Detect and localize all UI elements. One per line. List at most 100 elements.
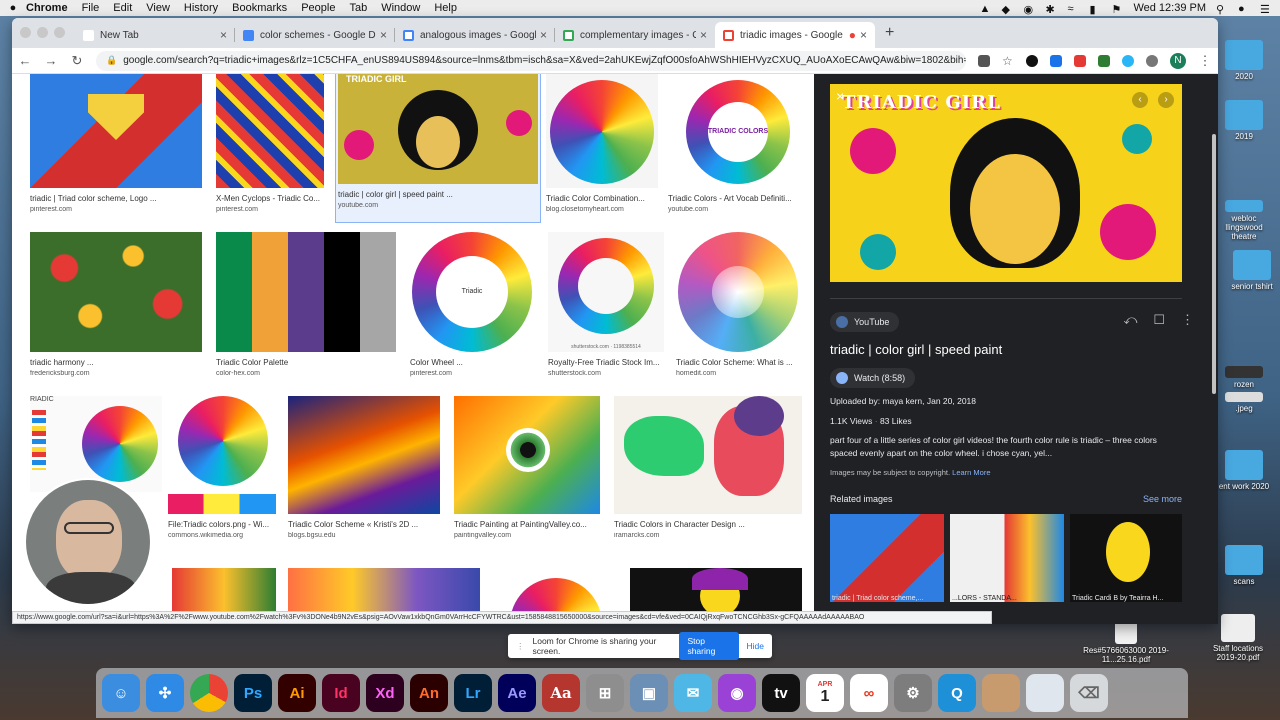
image-result[interactable]: Triadic Color Wheel ... pinterest.com [410,232,534,377]
image-result[interactable]: Triadic Color Scheme « Kristi's 2D ... b… [288,396,440,539]
extension-icon[interactable] [1026,54,1038,67]
menu-edit[interactable]: Edit [113,2,132,14]
animate-icon[interactable]: An [410,674,448,712]
preview-title[interactable]: triadic | color girl | speed paint [830,342,1002,357]
image-result[interactable]: triadic | Triad color scheme, Logo ... p… [30,74,202,213]
desktop-icon[interactable]: 2019 [1214,100,1274,141]
save-bookmark-icon[interactable]: ☐ [1153,312,1165,328]
result-thumbnail[interactable] [168,396,276,514]
desktop-icon[interactable]: webloc llingswood theatre [1214,200,1274,241]
result-thumbnail[interactable] [546,74,658,188]
calendar-icon[interactable]: APR 1 [806,674,844,712]
scrollbar[interactable] [1212,134,1216,394]
tab-google-docs[interactable]: color schemes - Google Docs × [235,22,395,48]
result-thumbnail[interactable] [454,396,600,514]
desktop-icon[interactable]: Res#5766063000 2019-11...25.16.pdf [1082,620,1170,664]
back-icon[interactable]: ← [18,53,32,68]
menu-view[interactable]: View [146,2,170,14]
menu-app-name[interactable]: Chrome [26,2,68,14]
documents-icon[interactable] [1026,674,1064,712]
watch-button[interactable]: Watch (8:58) [830,368,916,388]
apple-menu-icon[interactable]: ● [0,2,26,14]
image-result-selected[interactable]: TRIADIC GIRL triadic | color girl | spee… [335,74,541,223]
photoshop-icon[interactable]: Ps [234,674,272,712]
siri-icon[interactable]: ● [1238,3,1250,15]
related-image[interactable]: ...LORS - STANDA... [950,514,1064,602]
close-icon[interactable]: × [380,28,387,42]
lightroom-icon[interactable]: Lr [454,674,492,712]
flag-icon[interactable]: ⚑ [1111,3,1123,16]
image-result[interactable]: Triadic Colors in Character Design ... i… [614,396,802,539]
result-thumbnail[interactable] [30,74,202,188]
desktop-icon[interactable]: senior tshirt [1222,250,1280,291]
close-icon[interactable]: × [836,88,852,104]
extension-icon[interactable] [1050,54,1062,67]
result-thumbnail[interactable] [216,232,396,352]
webcam-bubble[interactable] [24,478,152,606]
result-thumbnail[interactable] [30,232,202,352]
stop-sharing-button[interactable]: Stop sharing [679,632,739,660]
hide-button[interactable]: Hide [747,641,764,651]
sync-icon[interactable]: ▲ [979,3,991,15]
camera-icon[interactable] [978,54,990,67]
profile-avatar[interactable]: N [1170,52,1186,69]
image-result[interactable]: triadic harmony ... fredericksburg.com [30,232,202,377]
extension-icon[interactable] [1074,54,1086,67]
photo-icon[interactable] [982,674,1020,712]
zoom-window-button[interactable] [54,27,65,38]
quicktime-icon[interactable]: Q [938,674,976,712]
share-icon[interactable]: ⤺ [1123,312,1137,328]
close-icon[interactable]: × [700,28,707,42]
result-thumbnail[interactable] [216,74,324,188]
calculator-icon[interactable]: ⊞ [586,674,624,712]
preview-image[interactable]: TRIADIC GIRL ‹ › × [830,84,1182,282]
finder-icon[interactable]: ☺ [102,674,140,712]
image-result[interactable]: TRIADIC COLORS Triadic Colors - Art Voca… [668,74,800,213]
menu-window[interactable]: Window [381,2,420,14]
lock-icon[interactable]: 🔒 [106,55,117,66]
see-more-link[interactable]: See more [1143,494,1182,504]
close-icon[interactable]: × [220,28,227,42]
notification-center-icon[interactable]: ☰ [1260,3,1272,16]
tab-analogous-search[interactable]: analogous images - Google Sea × [395,22,555,48]
tab-complementary-search[interactable]: complementary images - Googl × [555,22,715,48]
chrome-icon[interactable] [190,674,228,712]
image-result[interactable]: Triadic Color Palette color-hex.com [216,232,396,377]
close-window-button[interactable] [20,27,31,38]
menu-people[interactable]: People [301,2,335,14]
desktop-icon[interactable]: 2020 [1214,40,1274,81]
drag-handle-icon[interactable]: ⋮ [516,641,525,652]
desktop-icon[interactable]: rozen [1214,366,1274,389]
creative-cloud-icon[interactable]: ∞ [850,674,888,712]
desktop-icon[interactable]: .jpeg [1214,392,1274,413]
xd-icon[interactable]: Xd [366,674,404,712]
new-tab-button[interactable]: + [875,24,904,48]
reload-icon[interactable]: ↻ [70,53,84,69]
minimize-window-button[interactable] [37,27,48,38]
result-thumbnail[interactable]: TRIADIC COLORS [668,74,800,188]
trash-icon[interactable]: ⌫ [1070,674,1108,712]
dictionary-icon[interactable]: Aa [542,674,580,712]
desktop-icon[interactable]: ent work 2020 [1214,450,1274,491]
address-bar[interactable]: 🔒 google.com/search?q=triadic+images&rlz… [96,50,966,71]
related-image[interactable]: triadic | Triad color scheme,... [830,514,944,602]
extension-icon[interactable] [1146,54,1158,67]
battery-icon[interactable]: ▮ [1089,3,1101,16]
system-preferences-icon[interactable]: ⚙ [894,674,932,712]
tv-icon[interactable]: tv [762,674,800,712]
menubar-clock[interactable]: Wed 12:39 PM [1133,2,1206,14]
forward-icon[interactable]: → [44,53,58,68]
more-menu-icon[interactable]: ⋮ [1198,53,1212,69]
result-thumbnail[interactable]: shutterstock.com · 1198385514 [548,232,664,352]
image-result[interactable]: X-Men Cyclops - Triadic Co... pinterest.… [216,74,324,213]
illustrator-icon[interactable]: Ai [278,674,316,712]
menu-bookmarks[interactable]: Bookmarks [232,2,287,14]
source-chip[interactable]: YouTube [830,312,900,332]
desktop-icon[interactable]: scans [1214,545,1274,586]
image-result[interactable]: Triadic Color Combination... blog.closet… [546,74,658,213]
menu-file[interactable]: File [82,2,100,14]
image-result[interactable]: Triadic Painting at PaintingValley.co...… [454,396,600,539]
bookmark-star-icon[interactable]: ☆ [1002,55,1014,67]
previous-image-icon[interactable]: ‹ [1132,92,1148,108]
related-image[interactable]: Triadic Cardi B by Teairra H... [1070,514,1182,602]
